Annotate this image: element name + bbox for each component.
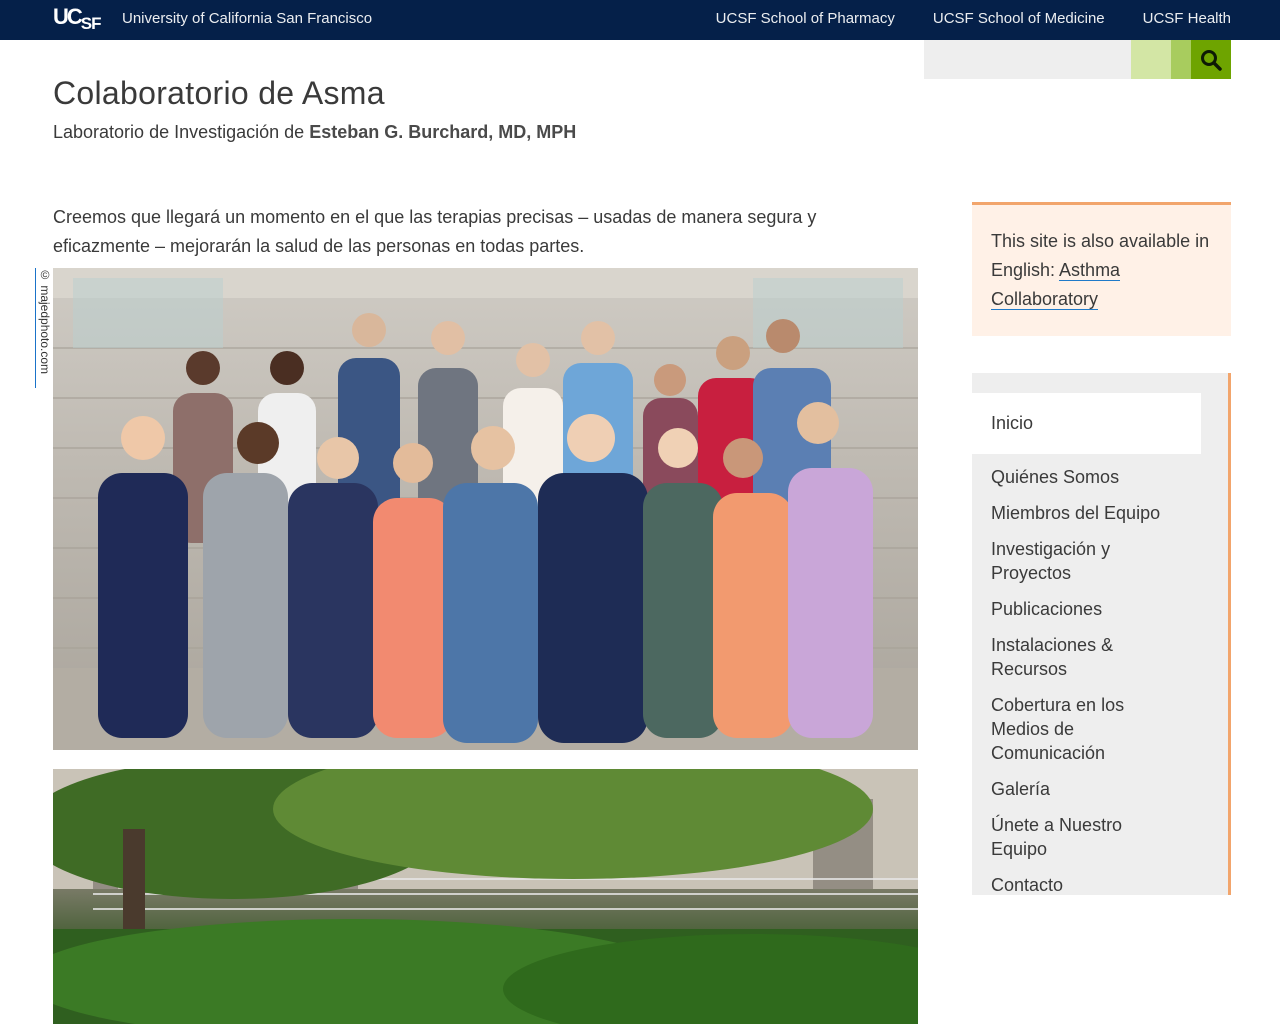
english-notice: This site is also available in English: … xyxy=(972,202,1231,336)
nav-item-unete[interactable]: Únete a Nuestro Equipo xyxy=(972,813,1201,861)
intro-text: Creemos que llegará un momento en el que… xyxy=(53,207,817,256)
pi-name: Esteban G. Burchard, MD, MPH xyxy=(309,122,577,142)
nav-item-investigacion-y-proyectos[interactable]: Investigación y Proyectos xyxy=(972,537,1201,585)
garden-photo xyxy=(53,769,918,1024)
search-button[interactable] xyxy=(1191,40,1231,79)
page-subtitle: Laboratorio de Investigación de Esteban … xyxy=(53,122,577,142)
nav-item-miembros-del-equipo[interactable]: Miembros del Equipo xyxy=(972,501,1201,525)
nav-item-contacto[interactable]: Contacto xyxy=(972,873,1201,897)
search-bar xyxy=(924,40,1231,79)
search-icon xyxy=(1201,49,1222,71)
nav-item-publicaciones[interactable]: Publicaciones xyxy=(972,597,1201,621)
search-input[interactable] xyxy=(924,40,1131,79)
top-links: UCSF School of Pharmacy UCSF School of M… xyxy=(716,10,1231,28)
link-school-of-medicine[interactable]: UCSF School of Medicine xyxy=(933,10,1105,28)
sidebar-nav: Inicio Quiénes Somos Miembros del Equipo… xyxy=(972,373,1231,895)
photo-credit: © majedphoto.com xyxy=(35,268,52,388)
nav-item-quienes-somos[interactable]: Quiénes Somos xyxy=(972,465,1201,489)
nav-item-cobertura-medios[interactable]: Cobertura en los Medios de Comunicación xyxy=(972,693,1201,765)
link-ucsf-health[interactable]: UCSF Health xyxy=(1143,10,1231,28)
team-photo-illustration xyxy=(53,268,918,750)
page-title[interactable]: Colaboratorio de Asma xyxy=(53,74,385,112)
search-decor-pale xyxy=(1131,40,1171,79)
link-school-of-pharmacy[interactable]: UCSF School of Pharmacy xyxy=(716,10,895,28)
nav-item-inicio[interactable]: Inicio xyxy=(972,393,1201,454)
nav-item-instalaciones-recursos[interactable]: Instalaciones & Recursos xyxy=(972,633,1201,681)
university-name[interactable]: University of California San Francisco xyxy=(122,10,372,28)
nav-list: Quiénes Somos Miembros del Equipo Invest… xyxy=(972,465,1201,909)
top-bar: UCSF University of California San Franci… xyxy=(0,0,1280,40)
ucsf-logo[interactable]: UCSF xyxy=(53,4,102,33)
team-photo xyxy=(53,268,918,750)
search-decor-mid xyxy=(1171,40,1191,79)
nav-item-galeria[interactable]: Galería xyxy=(972,777,1201,801)
garden-photo-illustration xyxy=(53,769,918,1024)
